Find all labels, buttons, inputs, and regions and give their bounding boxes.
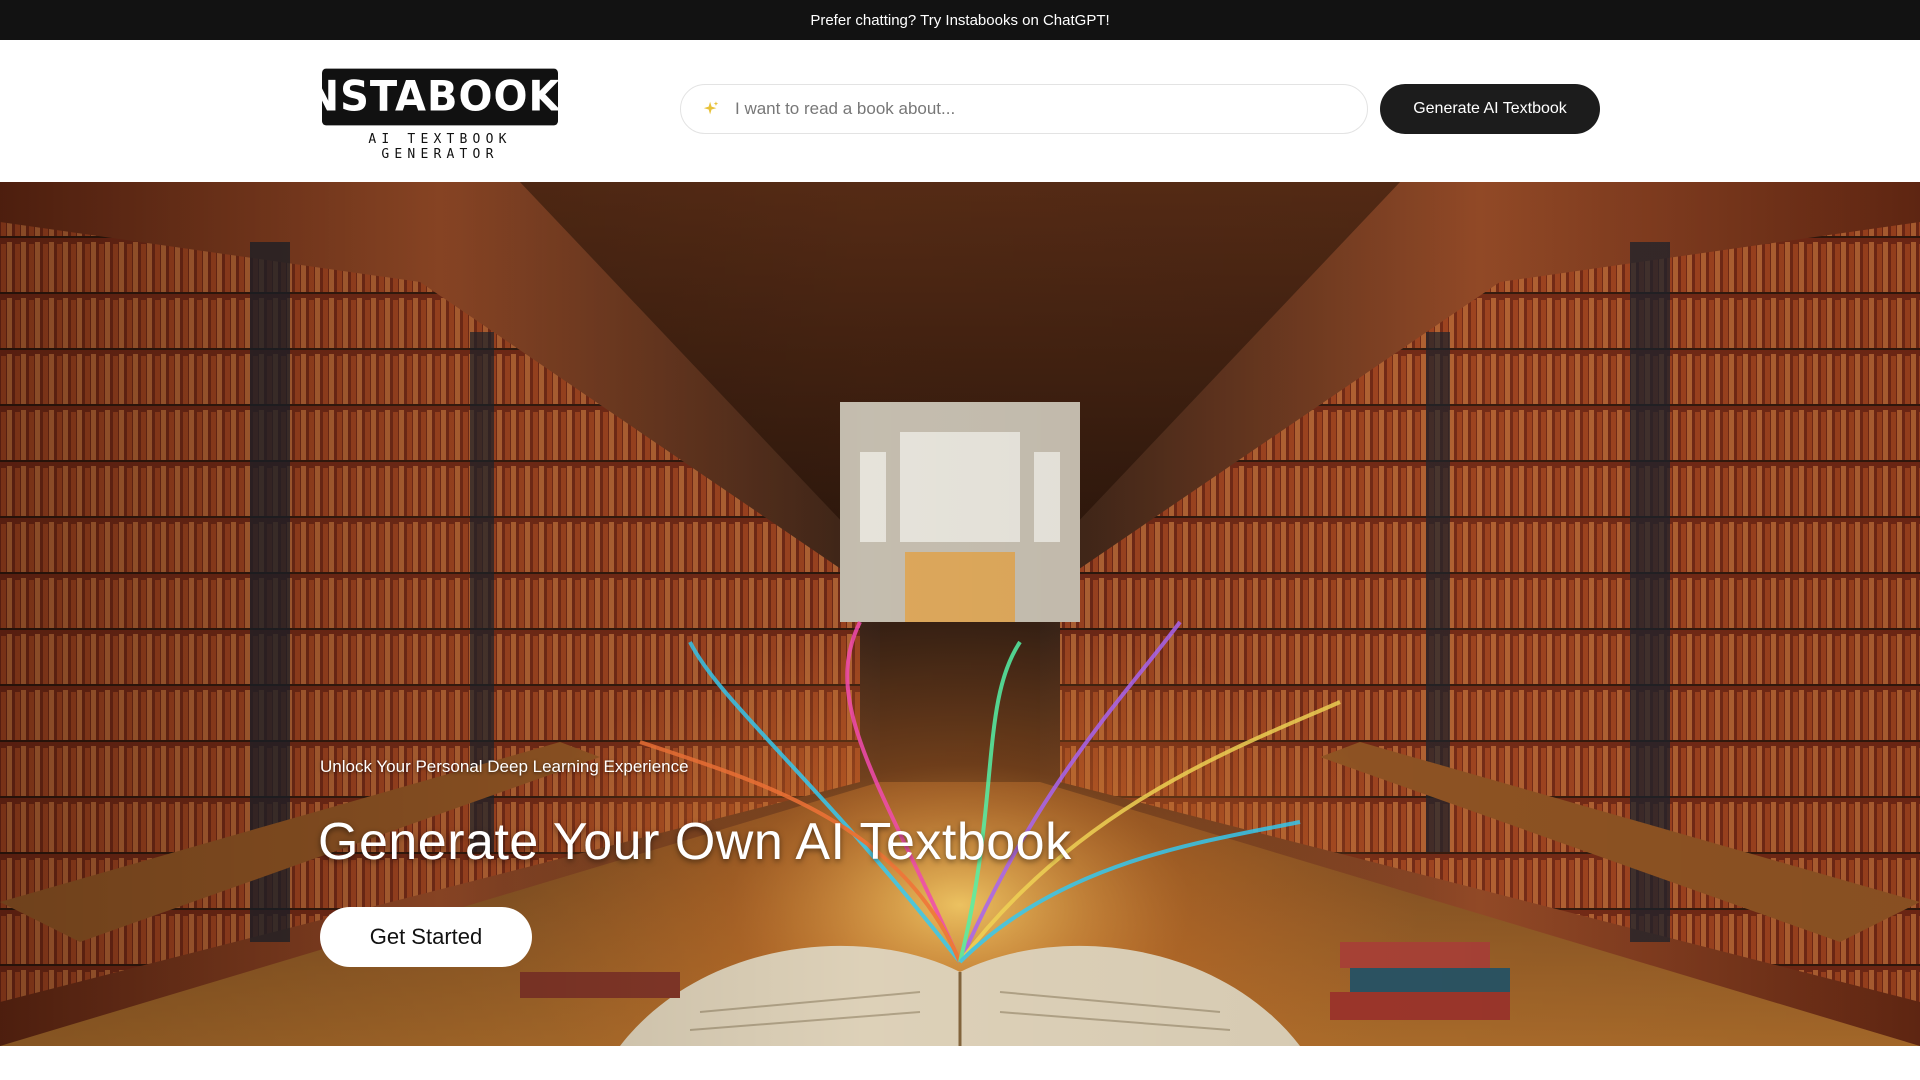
search-input[interactable]: [735, 99, 1295, 119]
logo-title: INSTABOOKS: [290, 68, 589, 126]
site-header: INSTABOOKS AI TEXTBOOK GENERATOR Generat…: [0, 40, 1920, 182]
hero-tagline: Unlock Your Personal Deep Learning Exper…: [320, 757, 689, 776]
announcement-bar[interactable]: Prefer chatting? Try Instabooks on ChatG…: [0, 0, 1920, 40]
logo[interactable]: INSTABOOKS AI TEXTBOOK GENERATOR: [290, 68, 589, 162]
sparkle-icon: [701, 99, 721, 119]
announcement-text[interactable]: Prefer chatting? Try Instabooks on ChatG…: [810, 12, 1109, 29]
get-started-button[interactable]: Get Started: [320, 907, 532, 967]
search-bar[interactable]: [680, 84, 1368, 134]
hero-overlay: [0, 182, 1920, 1046]
hero-headline: Generate Your Own AI Textbook: [318, 813, 1072, 871]
hero-section: Unlock Your Personal Deep Learning Exper…: [0, 182, 1920, 1046]
generate-textbook-button[interactable]: Generate AI Textbook: [1380, 84, 1600, 134]
logo-subtitle: AI TEXTBOOK GENERATOR: [368, 132, 512, 162]
